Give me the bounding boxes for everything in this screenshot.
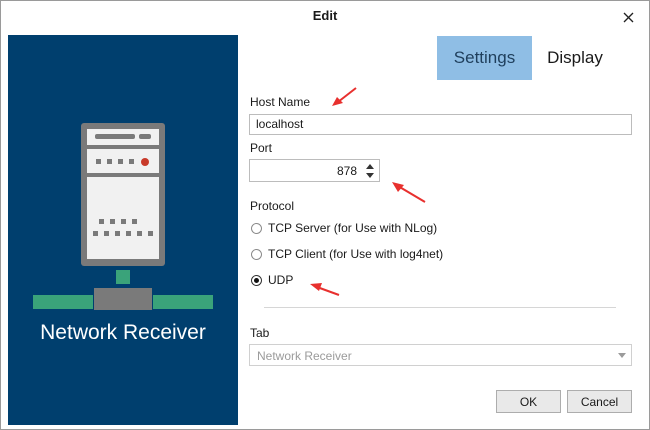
- port-stepper[interactable]: 878: [249, 159, 380, 182]
- dialog-title: Edit: [312, 8, 338, 23]
- caret-up-icon: [366, 164, 374, 169]
- port-value: 878: [336, 164, 357, 178]
- tab-select[interactable]: Network Receiver: [249, 344, 632, 366]
- close-icon: [623, 12, 633, 22]
- section-divider: [264, 307, 616, 308]
- radio-tcp-server-button[interactable]: [251, 222, 262, 234]
- port-decrement-button[interactable]: [364, 171, 376, 180]
- radio-tcp-server-label: TCP Server (for Use with NLog): [268, 221, 438, 235]
- annotation-arrow-icon: [332, 87, 357, 106]
- receiver-illustration: Network Receiver: [8, 35, 238, 425]
- annotation-arrow-icon: [392, 182, 426, 203]
- cancel-button[interactable]: Cancel: [567, 390, 632, 413]
- ok-button[interactable]: OK: [496, 390, 561, 413]
- radio-tcp-client-label: TCP Client (for Use with log4net): [268, 247, 444, 261]
- caret-down-icon: [366, 173, 374, 178]
- annotation-arrow-icon: [310, 283, 340, 296]
- port-label: Port: [250, 141, 273, 155]
- host-name-field[interactable]: localhost: [249, 114, 632, 135]
- server-network-icon: [33, 123, 213, 310]
- host-name-label: Host Name: [250, 95, 311, 109]
- protocol-label: Protocol: [250, 199, 295, 213]
- chevron-down-icon: [618, 353, 626, 358]
- tab-display[interactable]: Display: [532, 36, 618, 80]
- port-increment-button[interactable]: [364, 162, 376, 171]
- tab-bar: Settings Display: [437, 36, 618, 80]
- port-spin-arrows: [364, 162, 376, 180]
- radio-tcp-client[interactable]: TCP Client (for Use with log4net): [251, 245, 443, 263]
- tab-field-label: Tab: [250, 326, 270, 340]
- title-bar: Edit: [1, 1, 649, 33]
- radio-tcp-server[interactable]: TCP Server (for Use with NLog): [251, 219, 437, 237]
- close-button[interactable]: [615, 5, 641, 29]
- tab-settings[interactable]: Settings: [437, 36, 532, 80]
- edit-dialog: Edit Network Receiver Settings Display H…: [0, 0, 650, 430]
- radio-udp-label: UDP: [268, 273, 294, 287]
- radio-udp-button[interactable]: [251, 274, 262, 286]
- radio-tcp-client-button[interactable]: [251, 248, 262, 260]
- tab-select-value: Network Receiver: [257, 349, 352, 363]
- radio-udp[interactable]: UDP: [251, 271, 293, 289]
- illustration-caption: Network Receiver: [40, 321, 206, 344]
